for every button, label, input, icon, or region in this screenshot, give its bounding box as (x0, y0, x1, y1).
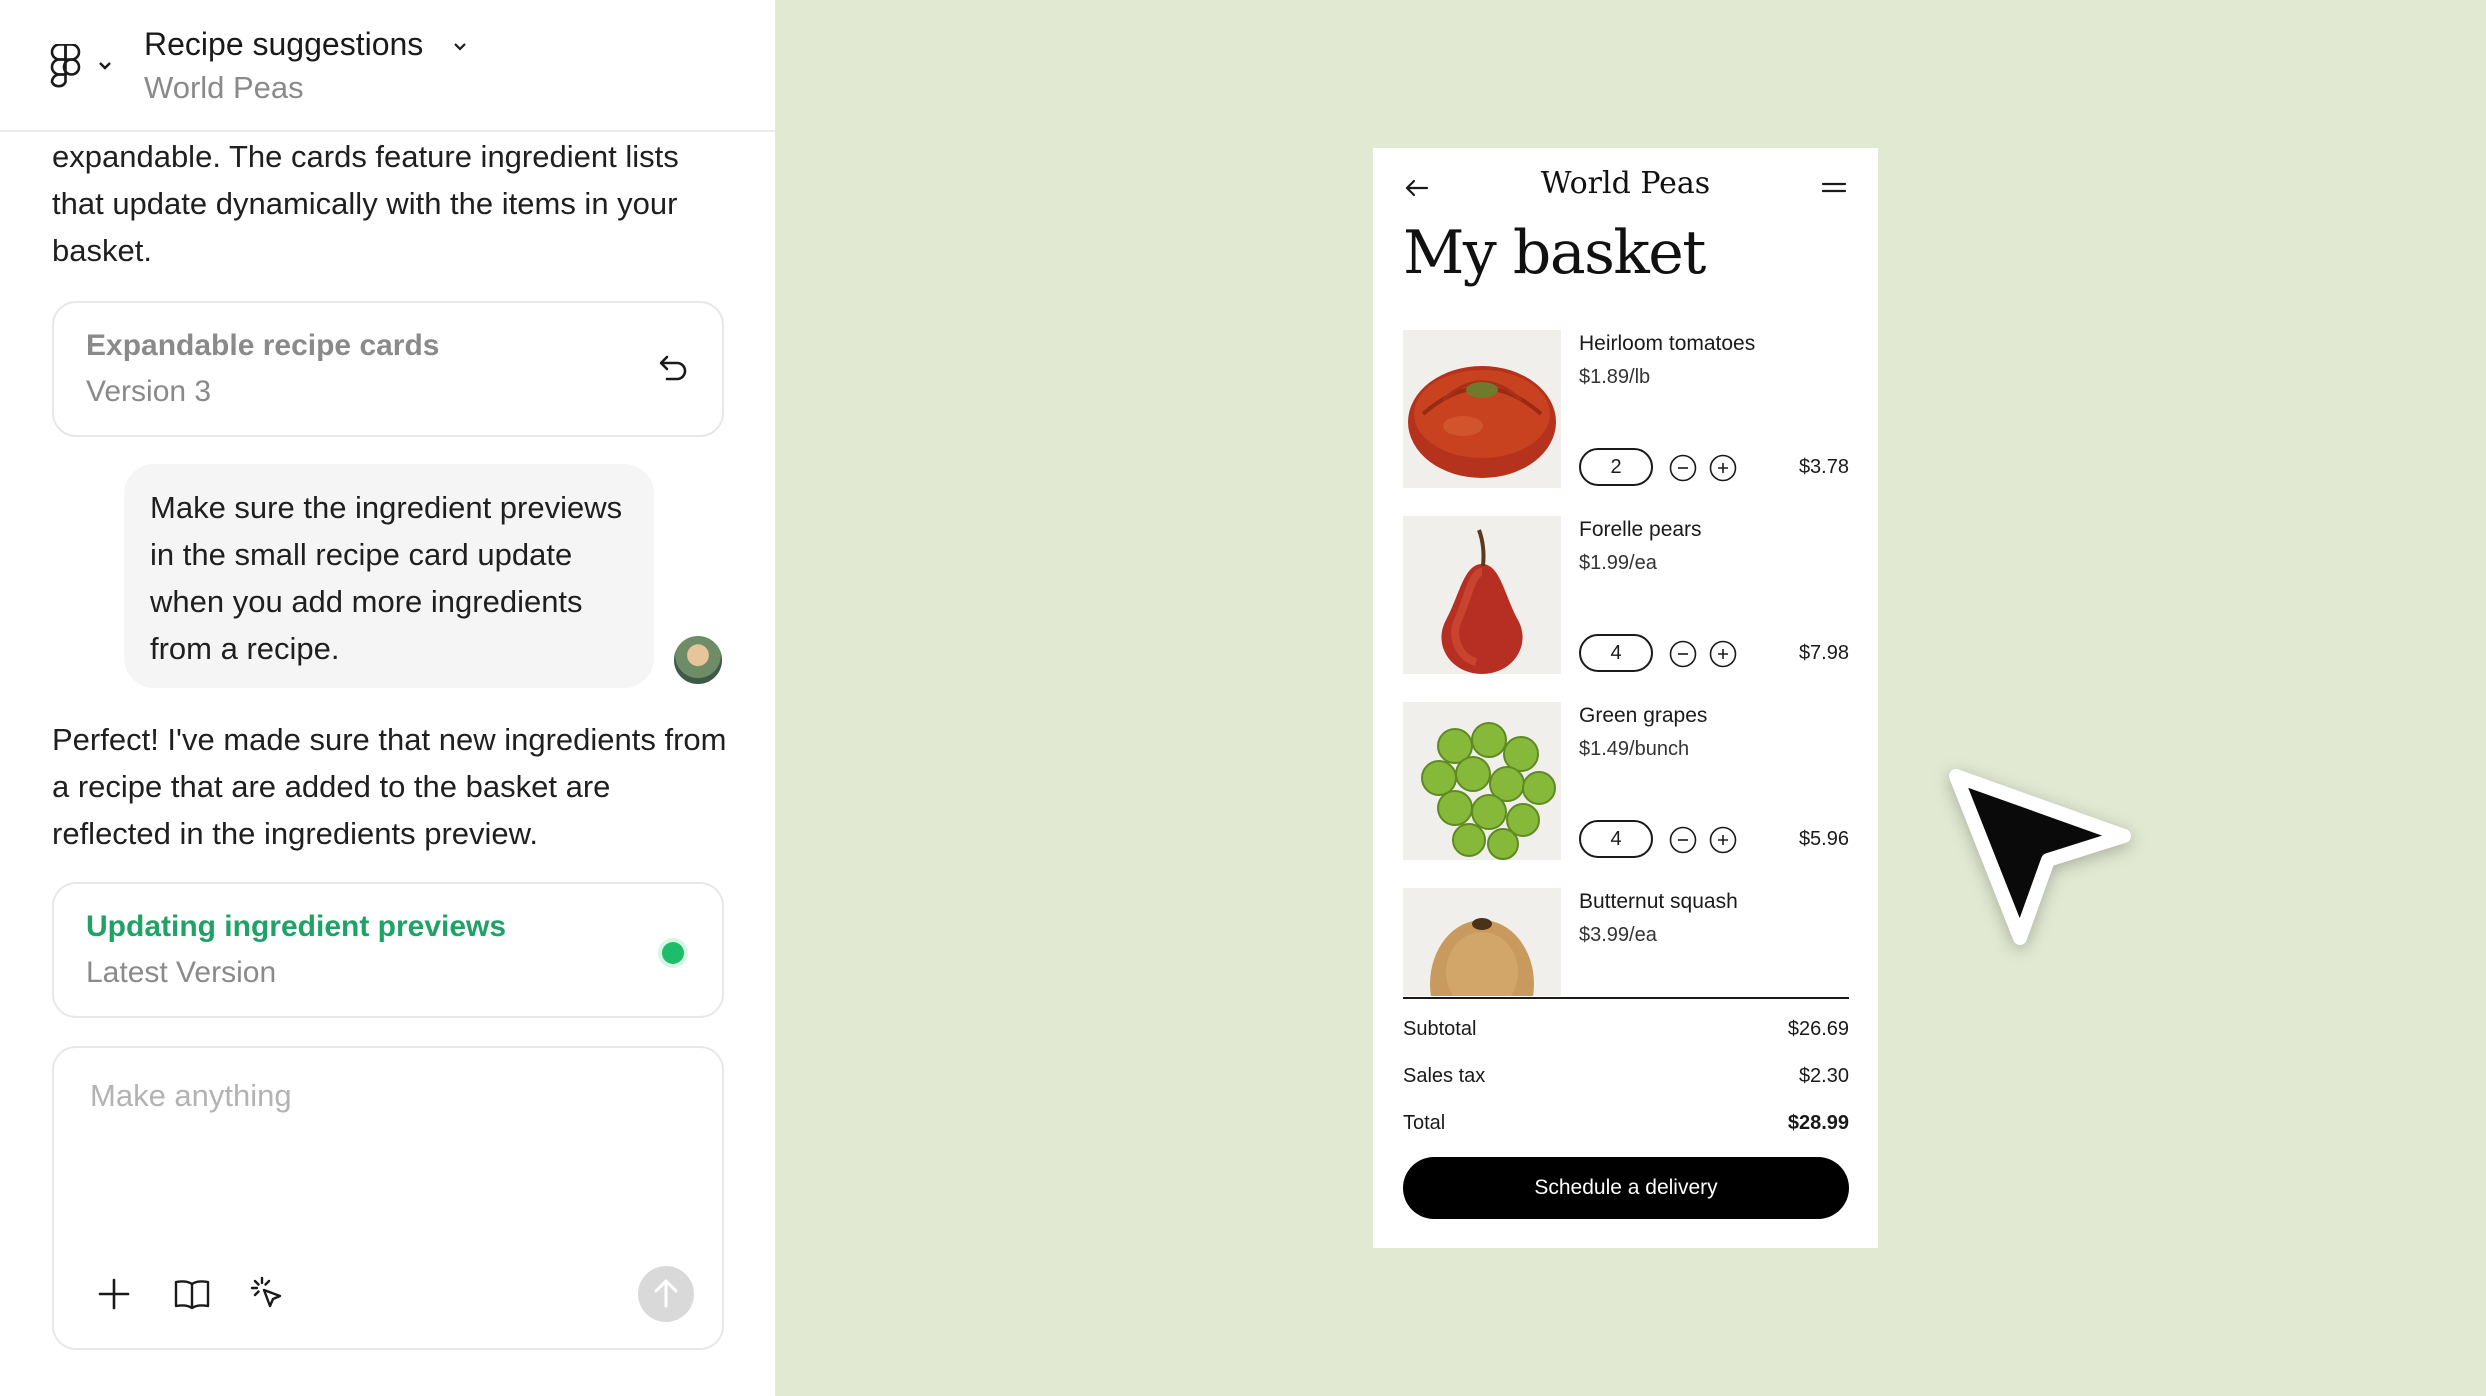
squash-image (1403, 888, 1561, 996)
user-avatar (672, 634, 724, 686)
pear-image (1403, 516, 1561, 674)
quantity-field[interactable]: 2 (1579, 448, 1653, 486)
plus-icon[interactable] (1709, 640, 1737, 668)
version-card-expandable[interactable]: Expandable recipe cards Version 3 (52, 301, 724, 437)
plus-icon[interactable] (94, 1274, 134, 1314)
user-message-bubble: Make sure the ingredient previews in the… (124, 464, 654, 688)
summary-divider (1403, 997, 1849, 999)
phone-preview: World Peas My basket Heirloom tomatoes $… (1373, 148, 1878, 1248)
status-dot-icon (662, 942, 684, 964)
book-icon[interactable] (172, 1274, 212, 1314)
subtotal-label: Subtotal (1403, 1018, 1477, 1040)
basket-item: Forelle pears $1.99/ea 4 $7.98 (1403, 516, 1849, 674)
tomato-image (1403, 330, 1561, 488)
item-price: $1.89/lb (1579, 366, 1651, 388)
chevron-down-icon[interactable] (96, 56, 114, 74)
total-label: Total (1403, 1112, 1446, 1134)
minus-icon[interactable] (1669, 640, 1697, 668)
total-value: $28.99 (1787, 1112, 1849, 1134)
basket-item: Heirloom tomatoes $1.89/lb 2 $3.78 (1403, 330, 1849, 488)
page-title: My basket (1403, 218, 1706, 288)
quantity-field[interactable]: 4 (1579, 820, 1653, 858)
item-name: Forelle pears (1579, 518, 1702, 541)
item-price: $1.49/bunch (1579, 738, 1690, 760)
menu-icon[interactable] (1820, 178, 1848, 198)
cursor-pointer-icon (1949, 769, 2131, 945)
figma-logo-icon[interactable] (48, 44, 82, 90)
assistant-message-reply: Perfect! I've made sure that new ingredi… (52, 722, 727, 851)
plus-icon[interactable] (1709, 826, 1737, 854)
grapes-image (1403, 702, 1561, 860)
item-price: $3.99/ea (1579, 924, 1657, 946)
item-total: $5.96 (1798, 828, 1849, 850)
tax-value: $2.30 (1798, 1065, 1849, 1087)
basket-item: Green grapes $1.49/bunch 4 $5.96 (1403, 702, 1849, 860)
tax-row: Sales tax $2.30 (1403, 1065, 1849, 1095)
item-name: Heirloom tomatoes (1579, 332, 1756, 355)
subtotal-row: Subtotal $26.69 (1403, 1018, 1849, 1048)
quantity-field[interactable]: 4 (1579, 634, 1653, 672)
subtotal-value: $26.69 (1787, 1018, 1849, 1040)
chat-panel: Recipe suggestions World Peas expandable… (0, 0, 776, 1396)
user-message-text: Make sure the ingredient previews in the… (150, 490, 623, 666)
total-row: Total $28.99 (1403, 1112, 1849, 1142)
tax-label: Sales tax (1403, 1065, 1486, 1087)
title-chevron-down-icon[interactable] (452, 38, 468, 54)
item-name: Butternut squash (1579, 890, 1738, 913)
sparkle-cursor-icon[interactable] (248, 1274, 288, 1314)
schedule-delivery-button[interactable]: Schedule a delivery (1403, 1157, 1849, 1219)
prompt-input[interactable] (90, 1078, 650, 1114)
version-card-title: Expandable recipe cards (86, 329, 440, 362)
minus-icon[interactable] (1669, 826, 1697, 854)
composer (52, 1046, 724, 1350)
version-card-subtitle: Latest Version (86, 956, 277, 989)
plus-icon[interactable] (1709, 454, 1737, 482)
restore-icon[interactable] (654, 351, 690, 387)
minus-icon[interactable] (1669, 454, 1697, 482)
project-subtitle: World Peas (144, 70, 304, 105)
assistant-message-intro: expandable. The cards feature ingredient… (52, 139, 679, 268)
version-card-latest[interactable]: Updating ingredient previews Latest Vers… (52, 882, 724, 1018)
item-name: Green grapes (1579, 704, 1708, 727)
project-title[interactable]: Recipe suggestions (144, 26, 423, 63)
panel-header: Recipe suggestions World Peas (0, 0, 775, 132)
item-total: $7.98 (1798, 642, 1849, 664)
item-price: $1.99/ea (1579, 552, 1657, 574)
brand-title: World Peas (1540, 166, 1711, 201)
item-total: $3.78 (1798, 456, 1849, 478)
send-arrow-icon (654, 1279, 678, 1308)
basket-item: Butternut squash $3.99/ea (1403, 888, 1849, 996)
send-button[interactable] (638, 1266, 694, 1322)
version-card-subtitle: Version 3 (86, 375, 212, 408)
version-card-title: Updating ingredient previews (86, 910, 507, 943)
